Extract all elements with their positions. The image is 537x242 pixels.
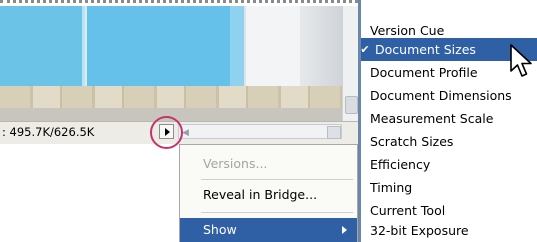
submenu-item-label: Document Profile [370,65,478,80]
menu-item-reveal-in-bridge[interactable]: Reveal in Bridge... [180,183,357,207]
canvas-image-region [0,6,85,89]
menu-separator [201,179,353,180]
menu-item-versions: Versions... [203,156,268,171]
submenu-item-32-bit-exposure[interactable]: 32-bit Exposure [361,219,537,242]
canvas-image-region [300,6,342,86]
submenu-item-timing[interactable]: Timing [361,176,537,199]
checkmark-icon: ✔ [360,43,370,56]
show-submenu: Version Cue ✔ Document Sizes Document Pr… [358,0,537,242]
submenu-item-label: Document Dimensions [370,88,512,103]
submenu-item-label: Timing [370,180,413,195]
submenu-item-efficiency[interactable]: Efficiency [361,153,537,176]
submenu-item-document-dimensions[interactable]: Document Dimensions [361,84,537,107]
scrollbar-thumb[interactable] [327,126,341,139]
canvas-image-region [0,86,342,108]
document-canvas [0,0,358,121]
submenu-item-label: 32-bit Exposure [370,223,469,238]
submenu-item-label: Document Sizes [375,42,476,57]
horizontal-scrollbar[interactable]: ◀ [178,124,342,139]
submenu-item-label: Version Cue [370,23,445,38]
canvas-image-region [85,6,230,89]
menu-separator [201,212,353,213]
document-size-readout: : 495.7K/626.5K [2,125,95,139]
submenu-item-label: Measurement Scale [370,111,494,126]
submenu-item-label: Scratch Sizes [370,134,454,149]
canvas-image-region [230,6,244,86]
mouse-pointer-icon [510,44,532,77]
menu-item-label: Show [203,222,237,237]
canvas-image-region [244,6,302,86]
status-popup-menu: Versions... Reveal in Bridge... Show [179,144,358,242]
submenu-item-label: Efficiency [370,157,431,172]
submenu-item-label: Current Tool [370,203,446,218]
vertical-scrollbar[interactable] [342,6,358,121]
scrollbar-thumb[interactable] [345,96,358,114]
submenu-item-scratch-sizes[interactable]: Scratch Sizes [361,130,537,153]
submenu-arrow-icon [342,226,347,234]
scroll-left-icon[interactable]: ◀ [182,128,189,138]
submenu-item-measurement-scale[interactable]: Measurement Scale [361,107,537,130]
menu-item-show[interactable]: Show [180,218,357,242]
